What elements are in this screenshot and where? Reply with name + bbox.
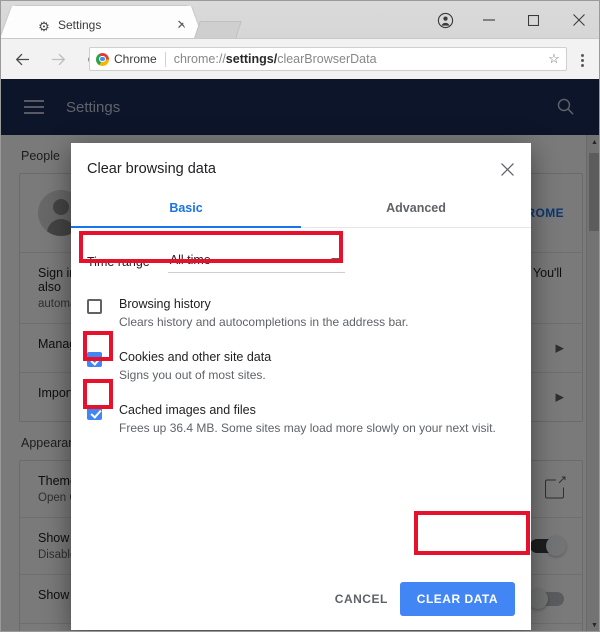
- site-identity-chip[interactable]: Chrome: [90, 48, 174, 70]
- cached-images-sublabel: Frees up 36.4 MB. Some sites may load mo…: [119, 421, 496, 435]
- time-range-control: Time range All time: [87, 250, 345, 273]
- cached-images-checkbox[interactable]: [87, 405, 102, 420]
- tab-close-icon[interactable]: ✕: [174, 17, 190, 33]
- tab-basic[interactable]: Basic: [71, 191, 301, 227]
- url-path-bold: settings/: [226, 52, 277, 66]
- clear-data-button[interactable]: CLEAR DATA: [400, 582, 515, 616]
- forward-icon: [43, 44, 73, 74]
- url-suffix: clearBrowserData: [277, 52, 376, 66]
- browser-toolbar: Chrome chrome://settings/clearBrowserDat…: [1, 39, 600, 79]
- chip-divider: [165, 52, 166, 67]
- dialog-title: Clear browsing data: [71, 143, 531, 177]
- profile-icon[interactable]: [424, 5, 466, 35]
- three-dots-icon[interactable]: [573, 51, 591, 69]
- window-frame: ⚙ Settings ✕: [1, 1, 600, 79]
- time-range-label: Time range: [87, 255, 150, 269]
- new-tab-button[interactable]: [194, 21, 242, 38]
- cancel-button[interactable]: CANCEL: [323, 583, 400, 615]
- browser-window: ⚙ Settings ✕: [0, 0, 600, 632]
- dialog-footer: CANCEL CLEAR DATA: [323, 582, 515, 616]
- window-controls: [424, 1, 600, 39]
- minimize-button[interactable]: [466, 5, 511, 35]
- url-text[interactable]: chrome://settings/clearBrowserData: [174, 52, 542, 66]
- url-prefix: chrome://: [174, 52, 226, 66]
- settings-page: Settings People SIGN IN TO CHROME Sign: [1, 79, 600, 632]
- browsing-history-sublabel: Clears history and autocompletions in th…: [119, 315, 409, 329]
- time-range-select[interactable]: All time: [168, 250, 345, 273]
- browsing-history-checkbox[interactable]: [87, 299, 102, 314]
- address-bar[interactable]: Chrome chrome://settings/clearBrowserDat…: [89, 47, 567, 71]
- tab-title: Settings: [58, 18, 163, 32]
- cookies-label: Cookies and other site data: [119, 350, 271, 364]
- tab-advanced[interactable]: Advanced: [301, 191, 531, 227]
- maximize-button[interactable]: [511, 5, 556, 35]
- chrome-logo-icon: [96, 53, 109, 66]
- chip-label: Chrome: [114, 52, 157, 66]
- cookies-sublabel: Signs you out of most sites.: [119, 368, 271, 382]
- close-icon[interactable]: [495, 157, 519, 181]
- window-close-button[interactable]: [556, 5, 600, 35]
- checkbox-row-cookies[interactable]: Cookies and other site data Signs you ou…: [87, 350, 531, 382]
- checkbox-row-browsing-history[interactable]: Browsing history Clears history and auto…: [87, 297, 531, 329]
- star-icon[interactable]: ☆: [542, 51, 566, 67]
- cached-images-label: Cached images and files: [119, 403, 496, 417]
- checkbox-row-cached-images[interactable]: Cached images and files Frees up 36.4 MB…: [87, 403, 531, 435]
- browsing-history-label: Browsing history: [119, 297, 409, 311]
- back-icon[interactable]: [7, 44, 37, 74]
- dialog-tabs: Basic Advanced: [71, 191, 531, 228]
- gear-icon: ⚙: [36, 19, 52, 35]
- browser-tab-settings[interactable]: ⚙ Settings ✕: [14, 6, 189, 39]
- cookies-checkbox[interactable]: [87, 352, 102, 367]
- clear-browsing-data-dialog: Clear browsing data Basic Advanced Time …: [71, 143, 531, 630]
- tab-strip: ⚙ Settings ✕: [1, 1, 600, 39]
